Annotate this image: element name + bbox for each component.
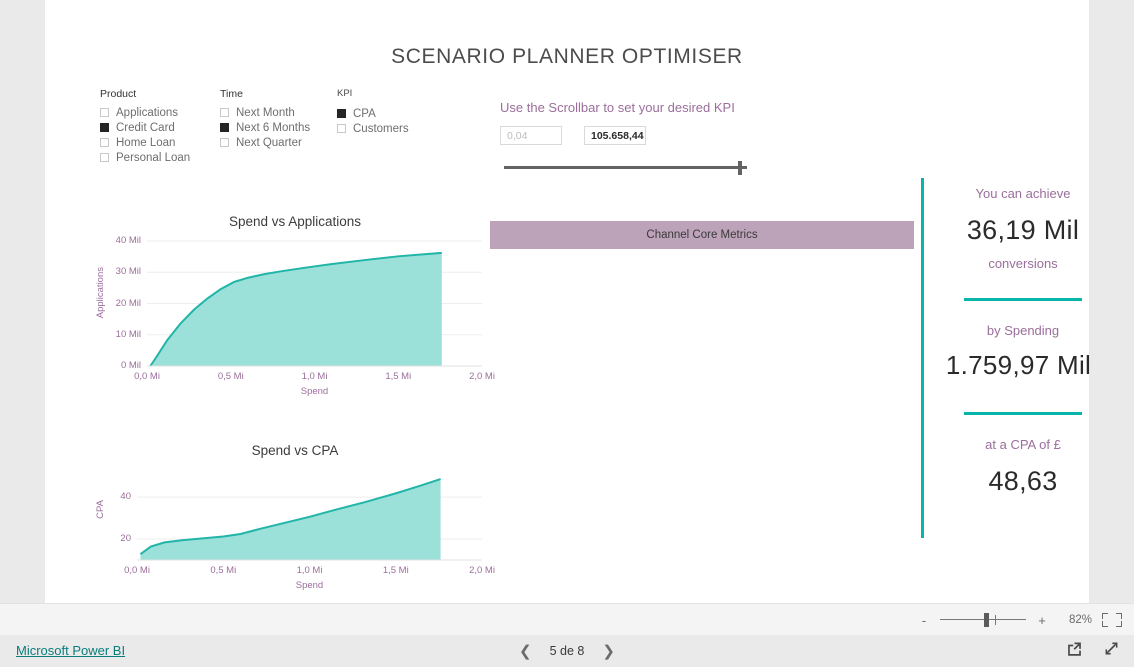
x-axis-tick: 0,5 Mi [217, 371, 244, 382]
fit-to-page-icon[interactable] [1102, 613, 1122, 627]
kpi-range-boxes: 0,04 105.658,44 [500, 126, 780, 145]
slicer-product[interactable]: Product Applications Credit Card Home Lo… [100, 88, 190, 165]
kpi-divider [964, 298, 1082, 301]
chart-plot-area: 20 40 0,0 Mi 0,5 Mi 1,0 Mi 1,5 Mi 2,0 Mi CPA Spe… [95, 458, 495, 598]
slicer-product-title: Product [100, 88, 137, 100]
kpi-conversions-value: 36,19 Mil [966, 215, 1080, 245]
kpi-achieve-label: You can achieve [975, 186, 1071, 201]
slicer-label: Credit Card [116, 121, 175, 134]
kpi-spending-value: 1.759,97 Mil [945, 350, 1092, 380]
zoom-slider-handle[interactable] [984, 613, 989, 627]
zoom-bar: - + 82% [0, 603, 1134, 637]
slicer-item-home-loan[interactable]: Home Loan [100, 135, 190, 150]
slicer-item-applications[interactable]: Applications [100, 105, 190, 120]
x-axis-tick: 1,5 Mi [385, 371, 412, 382]
slicer-item-credit-card[interactable]: Credit Card [100, 120, 190, 135]
fullscreen-icon[interactable] [1103, 640, 1120, 662]
checkbox-icon[interactable] [220, 108, 229, 117]
channel-core-metrics-label: Channel Core Metrics [646, 229, 758, 241]
kpi-scrollbar-caption: Use the Scrollbar to set your desired KP… [500, 100, 735, 115]
channel-core-metrics-header[interactable]: Channel Core Metrics [490, 221, 914, 249]
slicer-label: Personal Loan [116, 151, 191, 164]
kpi-conversions-label: conversions [988, 256, 1058, 271]
chart-area-fill [140, 479, 441, 560]
chart-title: Spend vs CPA [251, 443, 339, 458]
zoom-in-button[interactable]: + [1036, 613, 1048, 628]
slicer-label: Home Loan [116, 136, 176, 149]
chart-spend-vs-applications[interactable]: Spend vs Applications 0 Mil 10 Mil 20 Mil 3… [95, 214, 495, 404]
chevron-left-icon[interactable]: ❮ [519, 642, 532, 660]
kpi-slider[interactable] [500, 161, 747, 175]
report-viewer: SCENARIO PLANNER OPTIMISER Product Appli… [0, 0, 1134, 603]
slicer-label: Customers [353, 122, 409, 135]
x-axis-tick: 1,0 Mi [296, 565, 323, 576]
checkbox-icon[interactable] [100, 138, 109, 147]
zoom-slider-track[interactable] [940, 619, 1026, 620]
y-axis-tick: 20 [120, 533, 131, 545]
chevron-right-icon[interactable]: ❯ [602, 642, 615, 660]
slicer-time[interactable]: Time Next Month Next 6 Months Next Quart… [220, 88, 310, 150]
y-axis-label: Applications [95, 267, 106, 319]
report-canvas: SCENARIO PLANNER OPTIMISER Product Appli… [45, 0, 1091, 603]
slicer-kpi[interactable]: KPI CPA Customers [337, 88, 409, 136]
kpi-scrollbar-control[interactable]: Use the Scrollbar to set your desired KP… [500, 100, 780, 175]
slicer-item-next-month[interactable]: Next Month [220, 105, 310, 120]
slicer-item-personal-loan[interactable]: Personal Loan [100, 150, 190, 165]
x-axis-tick: 2,0 Mi [469, 371, 495, 382]
x-axis-tick: 0,0 Mi [134, 371, 160, 382]
y-axis-tick: 0 Mil [120, 360, 141, 371]
chart-svg [137, 478, 482, 561]
kpi-max-value[interactable]: 105.658,44 [584, 126, 646, 145]
chart-title: Spend vs Applications [228, 214, 362, 229]
checkbox-checked-icon[interactable] [220, 123, 229, 132]
zoom-slider[interactable] [940, 612, 1026, 628]
zoom-percent-label: 82% [1068, 614, 1092, 626]
chart-plot-area: 0 Mil 10 Mil 20 Mil 30 Mil 40 Mil 0,0 Mi 0,5 M… [95, 229, 495, 404]
y-axis-tick: 10 Mil [115, 328, 141, 340]
x-axis-tick: 0,5 Mi [210, 565, 237, 576]
zoom-out-button[interactable]: - [918, 613, 930, 628]
x-axis-tick: 2,0 Mi [469, 565, 495, 576]
x-axis-tick: 1,5 Mi [382, 565, 409, 576]
slicer-time-title: Time [220, 88, 243, 100]
checkbox-icon[interactable] [100, 108, 109, 117]
slicer-label: Next Month [236, 106, 295, 119]
x-axis-label: Spend [295, 580, 324, 591]
y-axis-tick: 40 Mil [115, 235, 141, 246]
slicer-item-customers[interactable]: Customers [337, 121, 409, 136]
share-icon[interactable] [1066, 640, 1083, 662]
kpi-slider-track[interactable] [504, 166, 747, 169]
bottom-bar: Microsoft Power BI ❮ 5 de 8 ❯ [0, 635, 1134, 667]
x-axis-tick: 0,0 Mi [124, 565, 150, 576]
zoom-slider-notch [995, 615, 996, 625]
slicer-item-next-6-months[interactable]: Next 6 Months [220, 120, 310, 135]
kpi-divider [964, 412, 1082, 415]
slicer-item-next-quarter[interactable]: Next Quarter [220, 135, 310, 150]
y-axis-label: CPA [95, 500, 106, 519]
slicer-kpi-title: KPI [337, 88, 353, 99]
checkbox-icon[interactable] [220, 138, 229, 147]
x-axis-label: Spend [300, 386, 329, 397]
page-navigation: ❮ 5 de 8 ❯ [0, 635, 1134, 667]
checkbox-icon[interactable] [100, 153, 109, 162]
slicer-label: Applications [116, 106, 179, 119]
page-indicator: 5 de 8 [549, 644, 585, 658]
kpi-slider-handle[interactable] [738, 161, 743, 175]
checkbox-icon[interactable] [337, 124, 346, 133]
kpi-accent-rail [921, 178, 924, 538]
kpi-min-value[interactable]: 0,04 [500, 126, 562, 145]
x-axis-tick: 1,0 Mi [301, 371, 328, 382]
slicer-label: Next Quarter [236, 136, 302, 149]
kpi-cpa-label: at a CPA of £ [985, 437, 1061, 452]
checkbox-checked-icon[interactable] [337, 109, 346, 118]
slicer-label: CPA [353, 107, 376, 120]
checkbox-checked-icon[interactable] [100, 123, 109, 132]
kpi-results-panel: You can achieve 36,19 Mil conversions by… [921, 178, 1107, 538]
chart-spend-vs-cpa[interactable]: Spend vs CPA 20 40 0,0 Mi 0,5 Mi 1,0 Mi 1,5 M… [95, 443, 495, 598]
slicer-item-cpa[interactable]: CPA [337, 106, 409, 121]
kpi-cpa-value: 48,63 [988, 466, 1058, 496]
page-title: SCENARIO PLANNER OPTIMISER [391, 45, 743, 68]
kpi-spending-label: by Spending [986, 323, 1060, 338]
slicer-label: Next 6 Months [236, 121, 311, 134]
